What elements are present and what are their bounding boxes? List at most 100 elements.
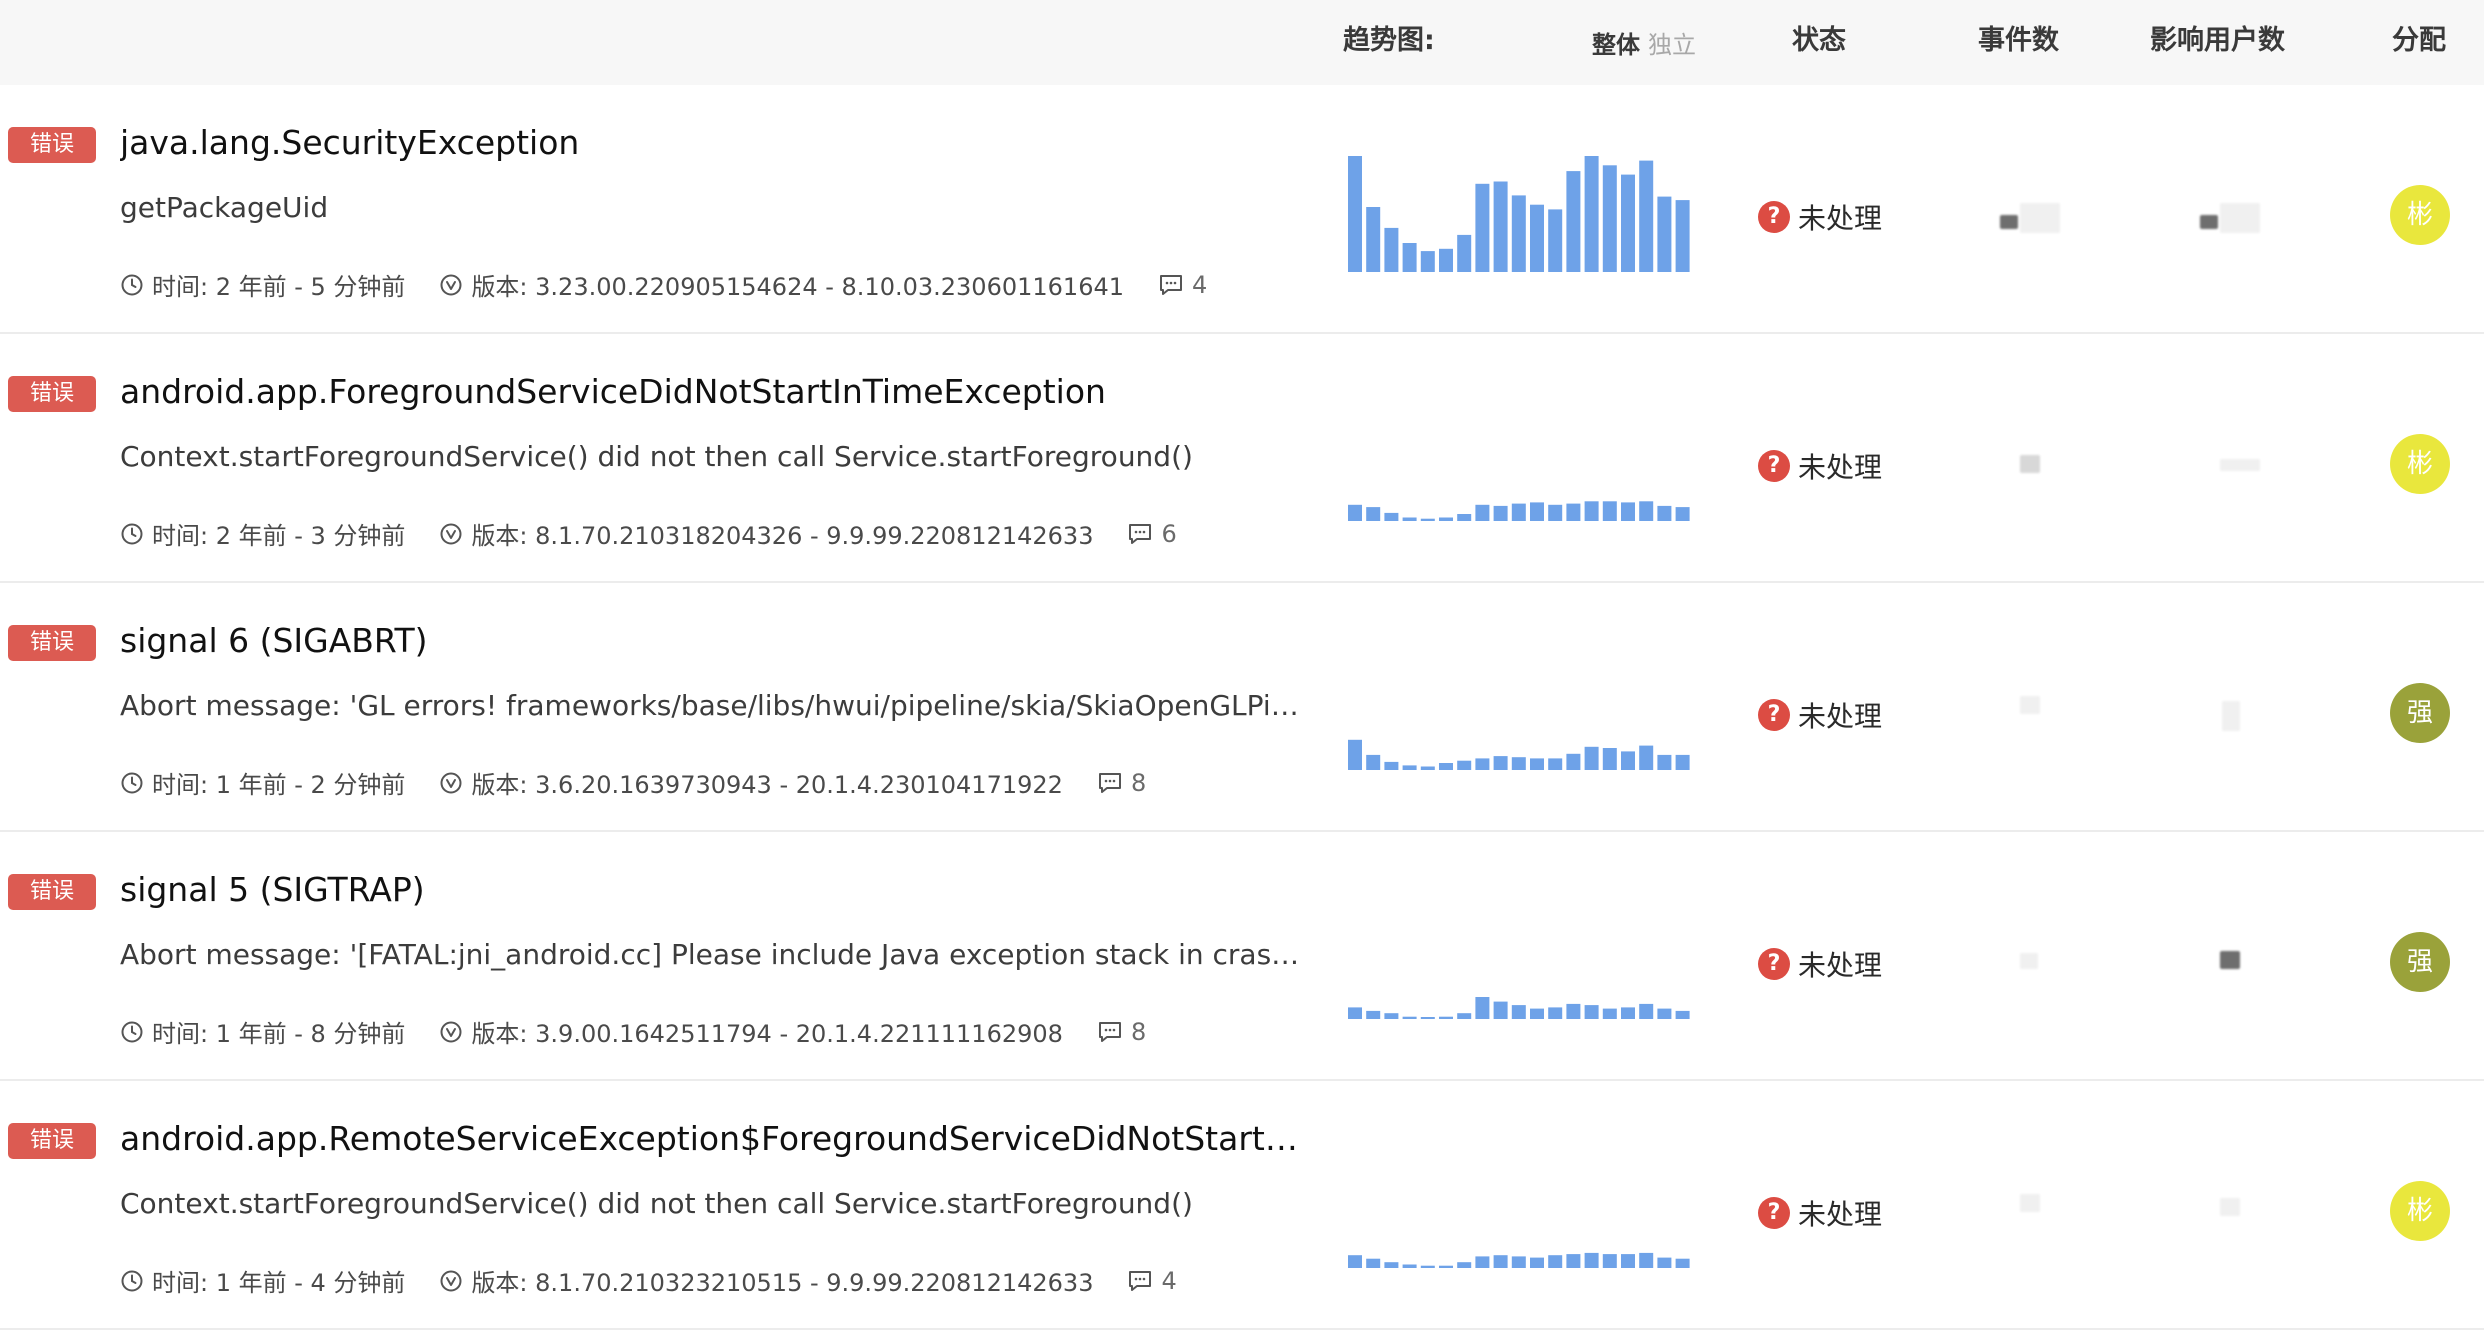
trend-bar: [1511, 503, 1526, 521]
time-range-text: 时间: 1 年前 - 2 分钟前: [152, 771, 406, 799]
trend-bar: [1639, 1252, 1654, 1268]
trend-bar: [1475, 504, 1490, 521]
redacted-value: [2220, 203, 2260, 233]
redacted-value: [2220, 951, 2240, 969]
issue-subtitle: Abort message: 'GL errors! frameworks/ba…: [120, 689, 1310, 722]
trend-bar: [1566, 1254, 1581, 1268]
status-cell[interactable]: ? 未处理: [1758, 695, 1882, 735]
status-text: 未处理: [1798, 451, 1883, 484]
trend-bar: [1493, 756, 1508, 770]
assignee-avatar[interactable]: 彬: [2390, 1181, 2450, 1241]
events-column-header[interactable]: 事件数: [1978, 18, 2059, 57]
issue-title[interactable]: java.lang.SecurityException: [120, 123, 579, 162]
overall-toggle[interactable]: 整体: [1592, 25, 1640, 60]
trend-bar: [1348, 156, 1362, 272]
trend-bar: [1584, 1252, 1599, 1268]
redacted-value: [2222, 701, 2240, 731]
trend-svg: [1348, 997, 1690, 1019]
status-cell[interactable]: ? 未处理: [1758, 1193, 1882, 1233]
trend-bar: [1675, 1258, 1690, 1268]
trend-bar: [1675, 754, 1690, 770]
trend-svg: [1348, 1252, 1690, 1268]
issue-title[interactable]: android.app.ForegroundServiceDidNotStart…: [120, 372, 1106, 411]
trend-bar: [1639, 160, 1654, 272]
issue-row[interactable]: 错误 android.app.ForegroundServiceDidNotSt…: [0, 334, 2484, 583]
trend-bar: [1457, 514, 1472, 521]
status-cell[interactable]: ? 未处理: [1758, 446, 1882, 486]
error-badge: 错误: [8, 874, 96, 910]
version-range: 版本: 3.6.20.1639730943 - 20.1.4.230104171…: [439, 765, 1063, 800]
trend-bar: [1602, 1254, 1617, 1268]
comment-count: 4: [1192, 270, 1208, 299]
trend-bar: [1548, 758, 1563, 770]
assignee-avatar[interactable]: 强: [2390, 932, 2450, 992]
issue-row[interactable]: 错误 signal 5 (SIGTRAP) Abort message: '[F…: [0, 832, 2484, 1081]
trend-bar: [1657, 196, 1672, 272]
trend-bar: [1657, 1008, 1672, 1019]
trend-bar: [1493, 505, 1508, 521]
issue-subtitle: Context.startForegroundService() did not…: [120, 440, 1193, 473]
trend-bar: [1493, 1255, 1508, 1268]
trend-bar: [1384, 227, 1399, 272]
version-icon: [440, 772, 462, 793]
trend-bar: [1566, 503, 1581, 521]
time-range-text: 时间: 2 年前 - 3 分钟前: [152, 522, 406, 550]
trend-bar: [1366, 1010, 1381, 1019]
trend-bar: [1348, 739, 1362, 770]
comment-count: 8: [1130, 768, 1147, 797]
issue-title[interactable]: android.app.RemoteServiceException$Foreg…: [120, 1119, 1300, 1158]
assignee-avatar[interactable]: 彬: [2390, 434, 2450, 494]
trend-bar: [1493, 181, 1508, 272]
trend-bar: [1675, 507, 1690, 521]
table-header: 趋势图: 整体 独立 状态 事件数 影响用户数 分配: [0, 0, 2484, 85]
redacted-value: [2220, 1198, 2240, 1216]
issue-row[interactable]: 错误 signal 6 (SIGABRT) Abort message: 'GL…: [0, 583, 2484, 832]
comment-icon: [1129, 523, 1152, 544]
status-column-header[interactable]: 状态: [1792, 18, 1846, 57]
issue-subtitle: getPackageUid: [120, 191, 329, 224]
trend-bar: [1366, 1258, 1381, 1268]
issue-meta: 时间: 1 年前 - 8 分钟前 版本: 3.9.00.1642511794 -…: [120, 1014, 1180, 1049]
assignee-avatar[interactable]: 彬: [2390, 185, 2450, 245]
issue-title[interactable]: signal 6 (SIGABRT): [120, 621, 428, 660]
question-icon: ?: [1758, 699, 1790, 731]
trend-bar: [1439, 1265, 1453, 1268]
trend-svg: [1348, 501, 1690, 521]
status-text: 未处理: [1798, 700, 1883, 733]
comment-count: 6: [1161, 519, 1177, 548]
assign-column-header[interactable]: 分配: [2392, 18, 2446, 57]
comment-icon: [1098, 772, 1121, 793]
clock-icon: [121, 1021, 143, 1042]
question-icon: ?: [1758, 1197, 1790, 1229]
error-badge: 错误: [8, 127, 96, 163]
trend-bar: [1657, 754, 1672, 770]
assignee-avatar[interactable]: 强: [2390, 683, 2450, 743]
issue-row[interactable]: 错误 android.app.RemoteServiceException$Fo…: [0, 1081, 2484, 1330]
issue-subtitle: Context.startForegroundService() did not…: [120, 1187, 1193, 1220]
redacted-value: [2020, 203, 2060, 233]
trend-bar: [1366, 207, 1381, 272]
comments-link[interactable]: 4: [1127, 1267, 1177, 1295]
issue-row[interactable]: 错误 java.lang.SecurityException getPackag…: [0, 85, 2484, 334]
version-range-text: 版本: 8.1.70.210323210515 - 9.9.99.2208121…: [471, 1269, 1094, 1297]
comments-link[interactable]: 4: [1158, 271, 1207, 299]
unique-toggle[interactable]: 独立: [1648, 25, 1696, 60]
trend-chart: [1348, 127, 1693, 287]
trend-bar: [1366, 507, 1381, 521]
issue-title[interactable]: signal 5 (SIGTRAP): [120, 870, 425, 909]
users-column-header[interactable]: 影响用户数: [2150, 18, 2285, 57]
status-cell[interactable]: ? 未处理: [1758, 197, 1882, 237]
status-cell[interactable]: ? 未处理: [1758, 944, 1882, 984]
trend-bar: [1621, 174, 1635, 272]
trend-bar: [1602, 748, 1617, 770]
trend-bar: [1402, 765, 1417, 770]
comments-link[interactable]: 6: [1127, 519, 1177, 548]
comments-link[interactable]: 8: [1097, 1018, 1146, 1046]
trend-bar: [1439, 517, 1453, 521]
comments-link[interactable]: 8: [1097, 769, 1146, 797]
version-range: 版本: 8.1.70.210318204326 - 9.9.99.2208121…: [439, 516, 1093, 551]
status-text: 未处理: [1798, 1198, 1883, 1231]
trend-bar: [1348, 1007, 1362, 1019]
trend-chart-label: 趋势图:: [1343, 25, 1435, 56]
trend-bar: [1420, 1265, 1435, 1268]
